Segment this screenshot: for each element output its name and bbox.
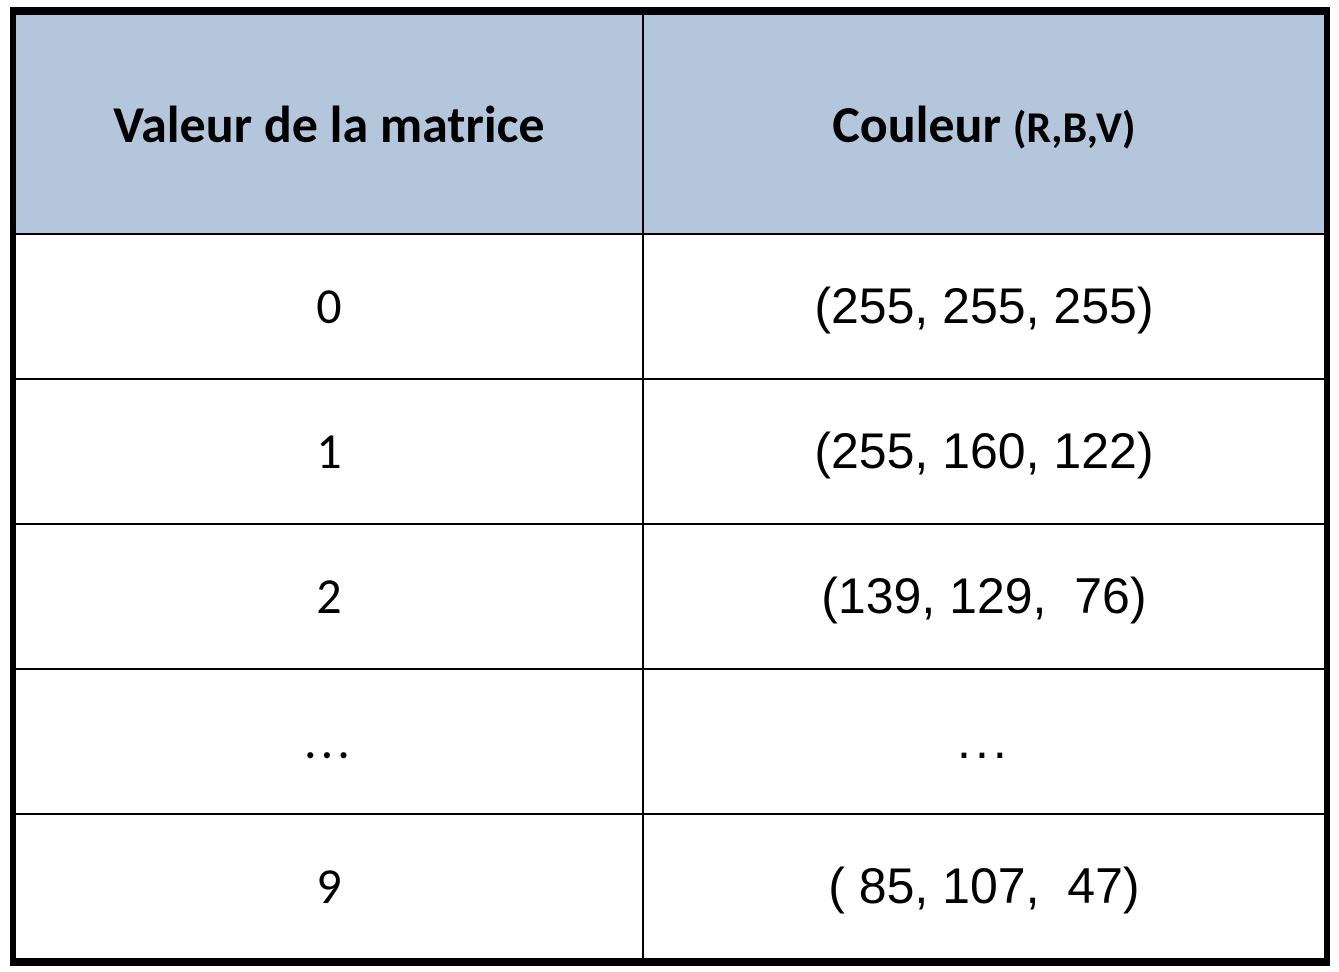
- cell-color: ( 85, 107, 47): [643, 814, 1324, 959]
- cell-matrix-value: 9: [15, 814, 644, 959]
- cell-matrix-value: ...: [15, 669, 644, 814]
- cell-color: (255, 160, 122): [643, 379, 1324, 524]
- header-col2-main: Couleur: [832, 92, 1012, 156]
- table-row: 9 ( 85, 107, 47): [15, 814, 1325, 959]
- header-color: Couleur (R,B,V): [643, 14, 1324, 234]
- table-header-row: Valeur de la matrice Couleur (R,B,V): [15, 14, 1325, 234]
- table-row: 2 (139, 129, 76): [15, 524, 1325, 669]
- cell-color: ...: [643, 669, 1324, 814]
- cell-matrix-value: 1: [15, 379, 644, 524]
- cell-matrix-value: 2: [15, 524, 644, 669]
- cell-matrix-value: 0: [15, 234, 644, 379]
- header-col1-text: Valeur de la matrice: [113, 92, 544, 156]
- header-matrix-value: Valeur de la matrice: [15, 14, 644, 234]
- table-row: ... ...: [15, 669, 1325, 814]
- color-mapping-table: Valeur de la matrice Couleur (R,B,V) 0 (…: [10, 7, 1330, 966]
- cell-color: (139, 129, 76): [643, 524, 1324, 669]
- table: Valeur de la matrice Couleur (R,B,V) 0 (…: [14, 13, 1326, 960]
- table-row: 1 (255, 160, 122): [15, 379, 1325, 524]
- cell-color: (255, 255, 255): [643, 234, 1324, 379]
- table-row: 0 (255, 255, 255): [15, 234, 1325, 379]
- header-col2-sub: (R,B,V): [1013, 100, 1136, 154]
